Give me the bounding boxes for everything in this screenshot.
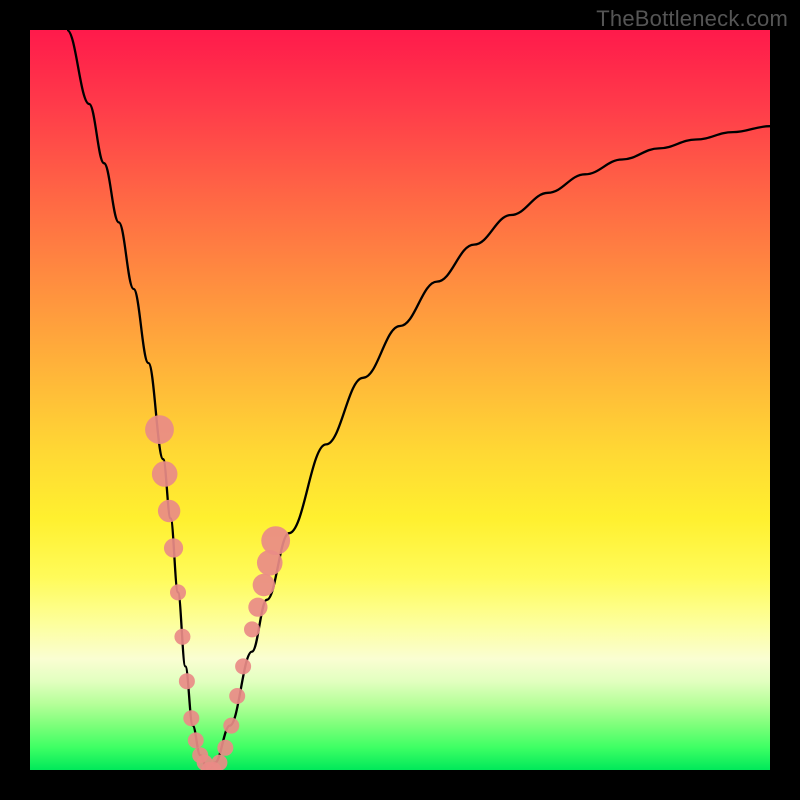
highlight-dot: [248, 598, 267, 617]
watermark-text: TheBottleneck.com: [596, 6, 788, 32]
chart-svg: [30, 30, 770, 770]
plot-area: [30, 30, 770, 770]
highlight-dot: [223, 718, 239, 734]
highlight-dot: [253, 574, 275, 596]
highlight-dot: [170, 584, 186, 600]
highlight-dot: [183, 710, 199, 726]
highlight-dot: [211, 755, 227, 770]
highlight-dot: [261, 526, 290, 555]
highlight-dot: [217, 740, 233, 756]
chart-frame: TheBottleneck.com: [0, 0, 800, 800]
highlight-dot: [145, 415, 174, 444]
highlight-dot: [174, 629, 190, 645]
highlight-dot: [164, 538, 183, 557]
highlight-dot: [158, 500, 180, 522]
highlight-dot: [179, 673, 195, 689]
highlight-dots: [145, 415, 290, 770]
bottleneck-curve: [67, 30, 770, 770]
highlight-dot: [244, 621, 260, 637]
highlight-dot: [152, 461, 178, 487]
highlight-dot: [229, 688, 245, 704]
highlight-dot: [188, 732, 204, 748]
highlight-dot: [235, 658, 251, 674]
